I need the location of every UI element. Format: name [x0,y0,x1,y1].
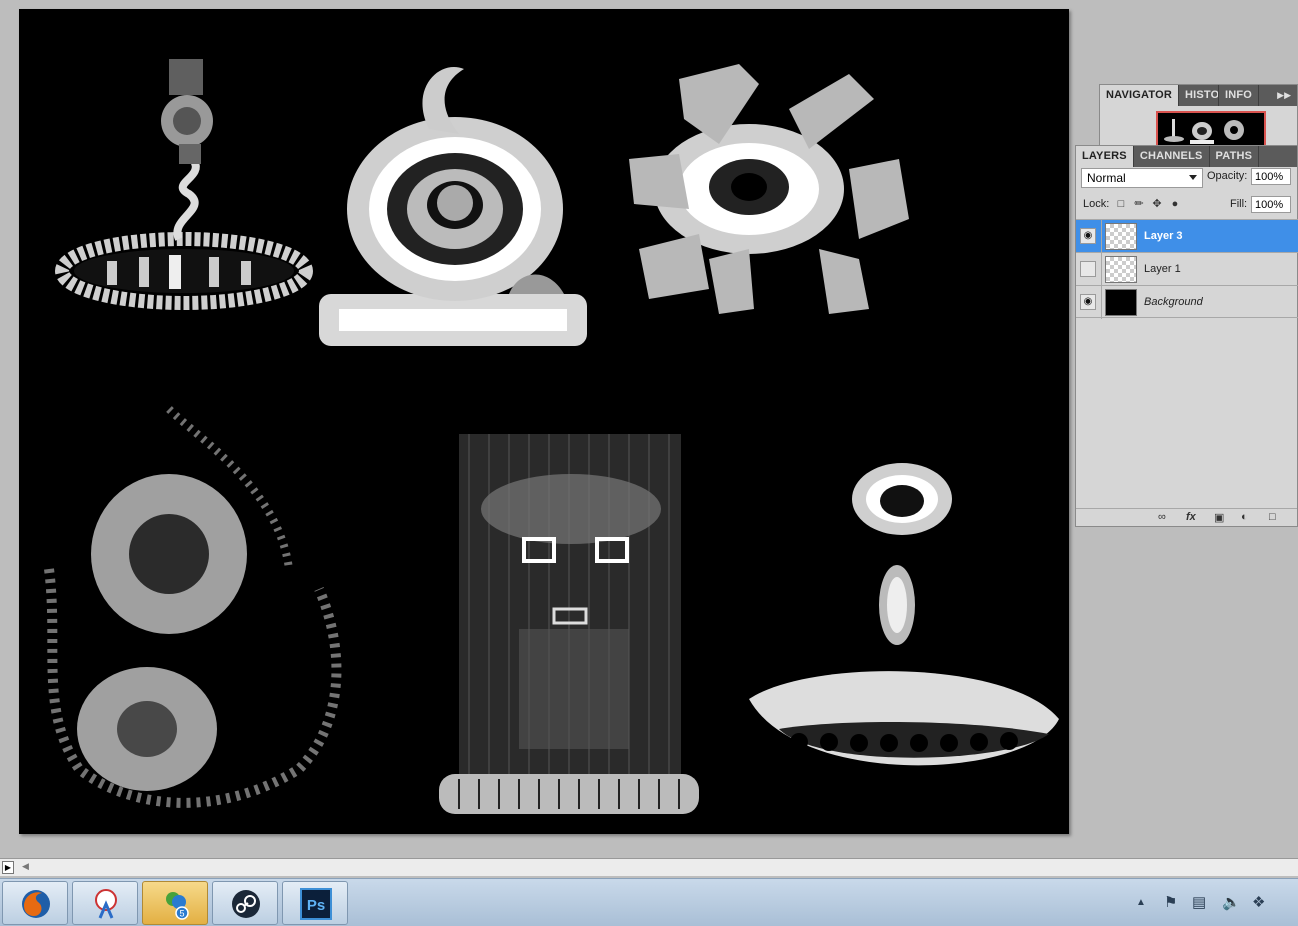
tab-layers[interactable]: LAYERS [1076,146,1134,167]
navigator-thumbnail [1158,113,1264,145]
panel-menu-icon[interactable]: ▶▶ [1277,85,1297,106]
artwork-flower [629,64,909,314]
messenger-badge: 5 [179,909,184,919]
tab-info[interactable]: INFO [1219,85,1260,106]
volume-icon[interactable]: 🔈 [1222,893,1241,911]
adjustment-icon[interactable]: ◐ [1241,511,1248,523]
taskbar-firefox[interactable] [2,881,68,925]
artwork-face [749,463,1059,766]
tab-paths[interactable]: PATHS [1210,146,1260,167]
tab-channels[interactable]: CHANNELS [1134,146,1210,167]
layer-thumbnail [1105,289,1137,316]
fill-input[interactable]: 100% [1251,196,1291,213]
layers-panel: LAYERS CHANNELS PATHS Normal Opacity: 10… [1075,145,1298,527]
artwork-tower [55,59,313,310]
divider [1101,220,1102,253]
fill-label: Fill: [1230,198,1248,210]
document-canvas[interactable] [19,9,1069,834]
layer-thumbnail [1105,256,1137,283]
lock-all-icon[interactable]: ● [1168,197,1182,211]
horizontal-scrollbar[interactable]: ▶ ◀ [0,858,1298,876]
group-icon[interactable]: □ [1269,511,1276,523]
photoshop-icon: Ps [300,888,332,920]
taskbar-snipping-tool[interactable] [72,881,138,925]
layer-name: Layer 1 [1144,263,1181,275]
mask-icon[interactable]: ▣ [1214,511,1224,524]
divider [1101,286,1102,319]
artwork [44,59,1059,814]
layer-name: Background [1144,296,1203,308]
layer-thumbnail [1105,223,1137,250]
taskbar-photoshop[interactable]: Ps [282,881,348,925]
artwork-particles [44,406,342,808]
blend-mode-value: Normal [1087,171,1126,185]
photoshop-label: Ps [307,897,325,914]
messenger-icon: 5 [166,892,189,920]
layer-row-layer-3[interactable]: ◉ Layer 3 [1076,219,1298,253]
lock-label: Lock: [1083,198,1110,210]
layers-tabbar: LAYERS CHANNELS PATHS [1076,146,1297,167]
chevron-down-icon [1189,175,1197,180]
layers-footer: ∞ fx ▣ ◐ □ [1076,508,1297,526]
taskbar: 5 Ps ▲ ⚑ ▤ 🔈 ❖ [0,878,1298,926]
eye-icon[interactable]: ◉ [1080,228,1096,244]
steam-icon [232,890,260,918]
artwork-head [439,434,699,814]
show-hidden-icons-icon[interactable]: ▲ [1136,897,1146,908]
opacity-input[interactable]: 100% [1251,168,1291,185]
tab-navigator[interactable]: NAVIGATOR [1100,85,1179,106]
network-icon[interactable]: ▤ [1192,893,1206,911]
divider [1101,253,1102,286]
lock-icons: □ ✏ ✥ ● [1114,197,1182,211]
opacity-label: Opacity: [1207,170,1248,182]
tab-history[interactable]: HISTO [1179,85,1219,106]
eye-icon[interactable]: ◉ [1080,294,1096,310]
lock-transparent-icon[interactable]: □ [1114,197,1128,211]
fx-icon[interactable]: fx [1186,511,1196,523]
taskbar-steam[interactable] [212,881,278,925]
play-icon[interactable]: ▶ [2,861,14,874]
visibility-toggle[interactable]: ◉ [1080,261,1096,277]
artwork-curl [319,67,587,346]
action-center-icon[interactable]: ⚑ [1164,893,1177,911]
link-icon[interactable]: ∞ [1158,511,1166,523]
firefox-icon [22,890,50,918]
taskbar-messenger[interactable]: 5 [142,881,208,925]
blend-mode-select[interactable]: Normal [1081,168,1203,188]
navigator-tabbar: NAVIGATOR HISTO INFO ▶▶ [1100,85,1297,106]
lock-move-icon[interactable]: ✥ [1150,197,1164,211]
dropbox-icon[interactable]: ❖ [1252,893,1265,911]
layer-name: Layer 3 [1144,230,1183,242]
layer-row-background[interactable]: ◉ Background [1076,285,1298,319]
navigator-preview[interactable] [1156,111,1266,147]
navigator-panel: NAVIGATOR HISTO INFO ▶▶ [1099,84,1298,147]
scroll-left-icon[interactable]: ◀ [22,861,29,872]
snipping-tool-icon [95,889,117,919]
layer-row-layer-1[interactable]: ◉ Layer 1 [1076,252,1298,286]
lock-brush-icon[interactable]: ✏ [1132,197,1146,211]
workspace [0,0,1075,858]
system-tray: ▲ ⚑ ▤ 🔈 ❖ [1128,879,1298,926]
